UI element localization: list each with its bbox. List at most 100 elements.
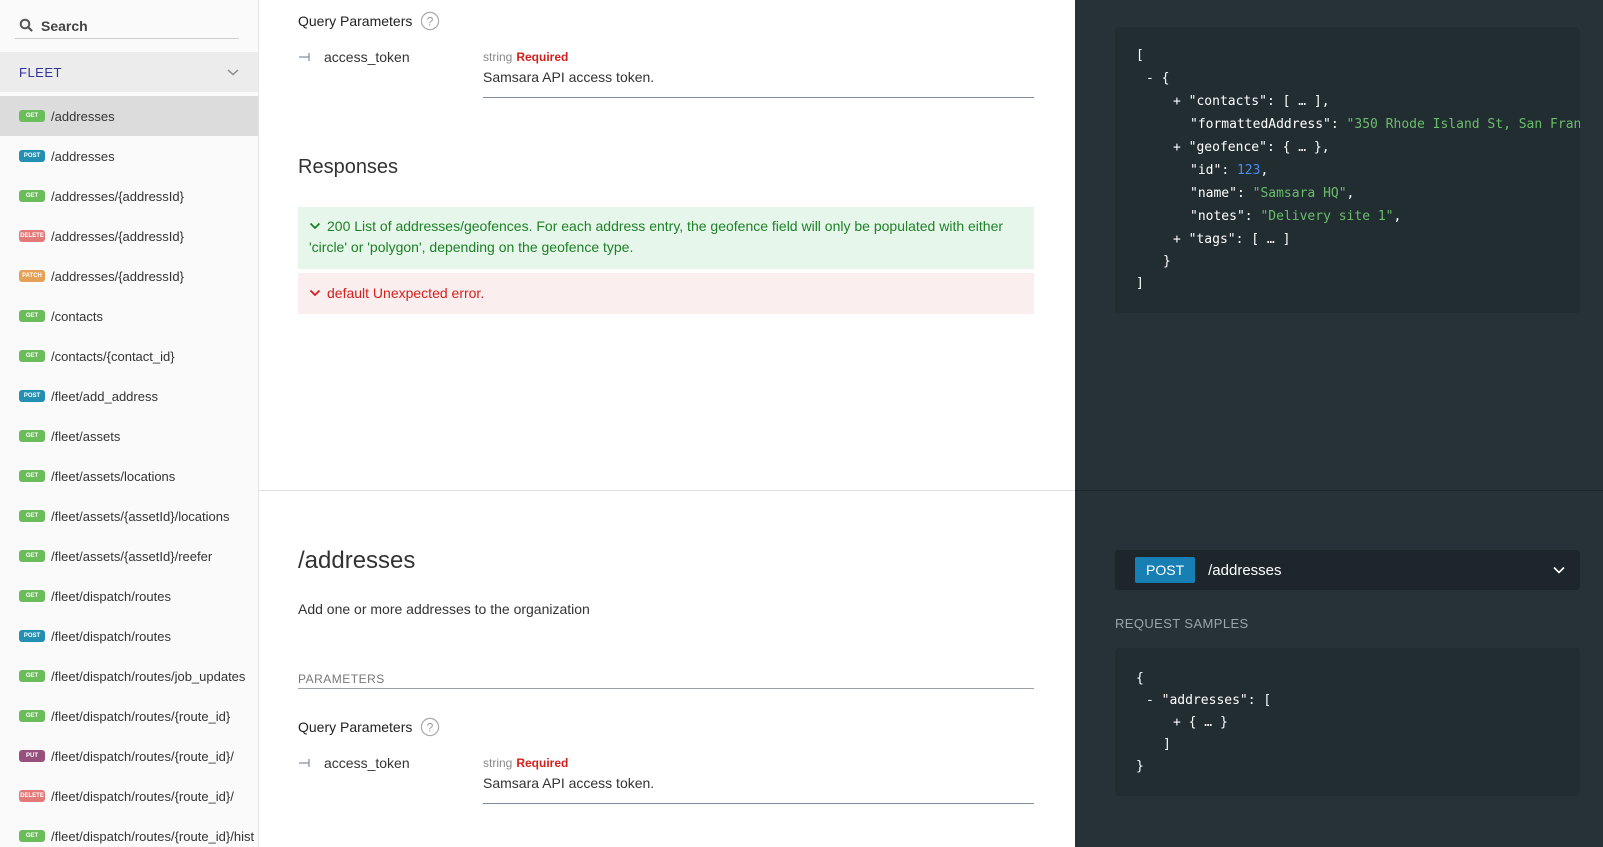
method-badge: DELETE xyxy=(19,790,45,802)
sidebar-item[interactable]: GET/addresses/{addressId} xyxy=(0,176,258,216)
sidebar-item[interactable]: GET/fleet/assets/locations xyxy=(0,456,258,496)
sidebar-item[interactable]: POST/addresses xyxy=(0,136,258,176)
sidebar-item[interactable]: GET/fleet/dispatch/routes xyxy=(0,576,258,616)
chevron-down-icon xyxy=(309,289,321,297)
search-icon xyxy=(19,18,33,32)
method-badge: GET xyxy=(19,190,45,202)
sidebar-item-path: /fleet/dispatch/routes/{route_id}/hist xyxy=(51,828,255,844)
sidebar-item-path: /fleet/dispatch/routes/job_updates xyxy=(51,668,246,684)
sidebar-item[interactable]: GET/fleet/assets xyxy=(0,416,258,456)
chevron-down-icon xyxy=(227,69,239,76)
method-badge: PUT xyxy=(19,750,45,762)
chevron-down-icon xyxy=(1553,566,1565,574)
method-badge: POST xyxy=(19,150,45,162)
sidebar-item[interactable]: GET/fleet/dispatch/routes/job_updates xyxy=(0,656,258,696)
expand-toggle[interactable]: + xyxy=(1173,94,1181,109)
method-badge: GET xyxy=(19,550,45,562)
sidebar-item-path: /fleet/dispatch/routes/{route_id} xyxy=(51,708,231,724)
param-required: Required xyxy=(516,50,569,64)
request-sample-code: { - "addresses": [ + { … } ] } xyxy=(1115,648,1580,796)
sidebar-item[interactable]: PUT/fleet/dispatch/routes/{route_id}/ xyxy=(0,736,258,776)
method-badge: GET xyxy=(19,510,45,522)
method-badge: GET xyxy=(19,430,45,442)
expand-toggle[interactable]: + xyxy=(1173,715,1181,730)
param-required: Required xyxy=(516,756,569,770)
sidebar-item[interactable]: GET/contacts xyxy=(0,296,258,336)
help-icon[interactable]: ? xyxy=(420,11,440,31)
sidebar-item-path: /addresses/{addressId} xyxy=(51,268,184,284)
method-badge: GET xyxy=(19,110,45,122)
sidebar-item-path: /addresses/{addressId} xyxy=(51,228,184,244)
sidebar-item-path: /fleet/assets/{assetId}/locations xyxy=(51,508,230,524)
method-badge: POST xyxy=(19,630,45,642)
method-badge: POST xyxy=(19,390,45,402)
svg-text:?: ? xyxy=(427,721,434,735)
param-type: string Required xyxy=(483,756,568,770)
svg-text:?: ? xyxy=(427,15,434,29)
method-badge: GET xyxy=(19,710,45,722)
method-badge: GET xyxy=(19,590,45,602)
method-badge: POST xyxy=(1135,557,1196,583)
responses-heading: Responses xyxy=(298,156,399,178)
sidebar: Search FLEET GET/addresses POST/addresses… xyxy=(0,0,259,847)
section-divider xyxy=(259,490,1075,491)
sidebar-item-path: /fleet/assets xyxy=(51,428,121,444)
sidebar-item-path: /fleet/dispatch/routes xyxy=(51,588,171,604)
param-name: access_token xyxy=(324,49,410,65)
response-default[interactable]: default Unexpected error. xyxy=(298,273,1034,314)
sidebar-item-path: /fleet/assets/locations xyxy=(51,468,176,484)
main-content: Query Parameters ? access_token string Re… xyxy=(259,0,1075,847)
endpoint-path: /addresses xyxy=(1208,561,1282,579)
sidebar-item-path: /addresses xyxy=(51,108,115,124)
endpoint-selector[interactable]: POST /addresses xyxy=(1115,550,1580,590)
method-badge: GET xyxy=(19,830,45,842)
parameters-heading: PARAMETERS xyxy=(298,672,1034,689)
method-badge: GET xyxy=(19,470,45,482)
response-default-text: default Unexpected error. xyxy=(327,285,485,301)
sidebar-item[interactable]: POST/fleet/dispatch/routes xyxy=(0,616,258,656)
sidebar-item-path: /fleet/dispatch/routes xyxy=(51,628,171,644)
sidebar-item[interactable]: PATCH/addresses/{addressId} xyxy=(0,256,258,296)
param-access-token: access_token xyxy=(299,755,410,771)
sidebar-item-path: /addresses/{addressId} xyxy=(51,188,184,204)
search-box[interactable]: Search xyxy=(15,14,239,39)
collapse-toggle[interactable]: - xyxy=(1146,71,1154,86)
query-params-title: Query Parameters xyxy=(298,719,413,735)
sidebar-item[interactable]: GET/fleet/assets/{assetId}/reefer xyxy=(0,536,258,576)
right-panel: [ - { + "contacts": [ … ], "formattedAdd… xyxy=(1075,0,1603,847)
response-sample-code: [ - { + "contacts": [ … ], "formattedAdd… xyxy=(1115,27,1580,313)
query-params-header: Query Parameters ? xyxy=(298,717,440,737)
sidebar-item[interactable]: GET/fleet/dispatch/routes/{route_id}/his… xyxy=(0,816,258,847)
query-params-title: Query Parameters xyxy=(298,13,413,29)
group-label: FLEET xyxy=(19,64,62,80)
method-badge: GET xyxy=(19,310,45,322)
param-line-icon xyxy=(299,759,310,767)
method-badge: GET xyxy=(19,670,45,682)
help-icon[interactable]: ? xyxy=(420,717,440,737)
response-200[interactable]: 200 List of addresses/geofences. For eac… xyxy=(298,207,1034,269)
sidebar-item-path: /fleet/dispatch/routes/{route_id}/ xyxy=(51,748,234,764)
sidebar-item[interactable]: GET/fleet/dispatch/routes/{route_id} xyxy=(0,696,258,736)
expand-toggle[interactable]: + xyxy=(1173,232,1181,247)
param-name: access_token xyxy=(324,755,410,771)
search-placeholder: Search xyxy=(41,18,88,34)
sidebar-item[interactable]: GET/addresses xyxy=(0,96,258,136)
sidebar-item[interactable]: POST/fleet/add_address xyxy=(0,376,258,416)
sidebar-item[interactable]: GET/contacts/{contact_id} xyxy=(0,336,258,376)
operation-title: /addresses xyxy=(298,547,416,574)
param-type-value: string xyxy=(483,50,513,64)
param-access-token: access_token xyxy=(299,49,410,65)
method-badge: DELETE xyxy=(19,230,45,242)
response-200-text: 200 List of addresses/geofences. For eac… xyxy=(309,218,1004,255)
method-badge: GET xyxy=(19,350,45,362)
expand-toggle[interactable]: + xyxy=(1173,140,1181,155)
sidebar-item[interactable]: DELETE/fleet/dispatch/routes/{route_id}/ xyxy=(0,776,258,816)
sidebar-item[interactable]: GET/fleet/assets/{assetId}/locations xyxy=(0,496,258,536)
sidebar-group-fleet[interactable]: FLEET xyxy=(0,52,258,92)
method-badge: PATCH xyxy=(19,270,45,282)
collapse-toggle[interactable]: - xyxy=(1146,693,1154,708)
param-description: Samsara API access token. xyxy=(483,69,1034,98)
sidebar-item-path: /fleet/dispatch/routes/{route_id}/ xyxy=(51,788,234,804)
sidebar-item[interactable]: DELETE/addresses/{addressId} xyxy=(0,216,258,256)
sidebar-item-path: /contacts xyxy=(51,308,104,324)
